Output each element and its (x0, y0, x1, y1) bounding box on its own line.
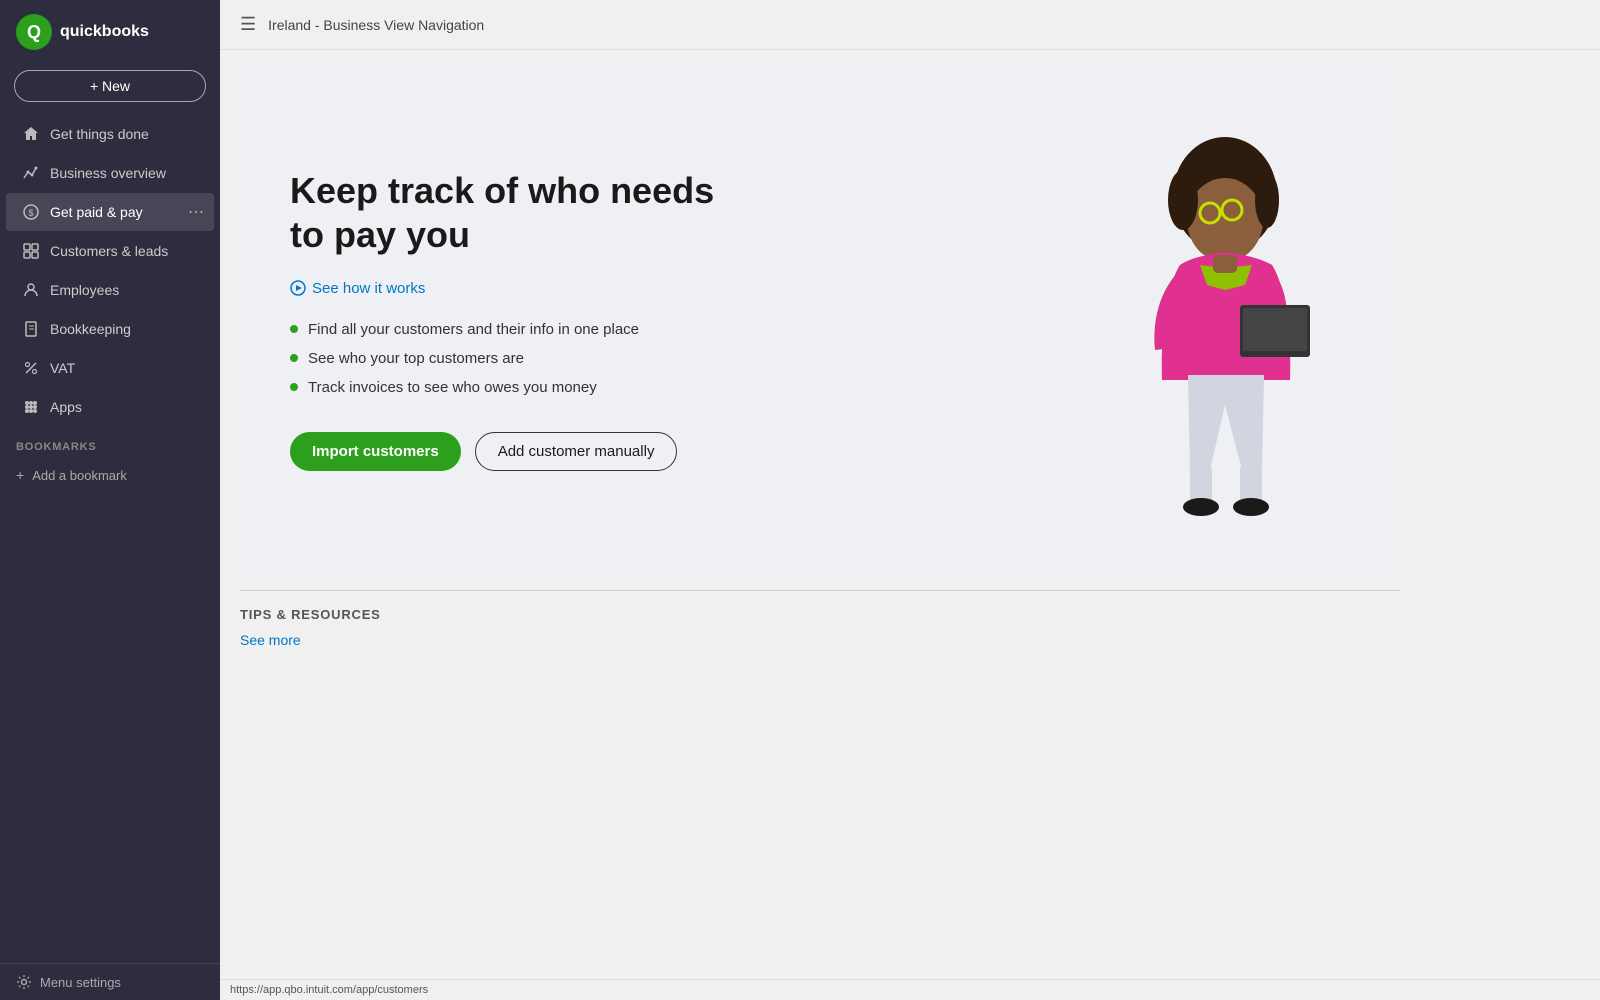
top-bar: ☰ Ireland - Business View Navigation (220, 0, 1600, 50)
new-button[interactable]: + New (14, 70, 206, 102)
bookmarks-section-label: BOOKMARKS (0, 427, 220, 459)
more-options-icon[interactable]: ⋯ (188, 202, 204, 222)
feature-card: Keep track of who needs to pay you See h… (240, 70, 1400, 570)
svg-text:$: $ (28, 208, 33, 218)
sidebar-item-label: Business overview (50, 165, 166, 181)
url-bar: https://app.qbo.intuit.com/app/customers (220, 979, 1600, 1000)
bullet-item-1: Find all your customers and their info i… (290, 321, 714, 338)
hamburger-icon[interactable]: ☰ (240, 14, 256, 35)
sidebar-item-label: Apps (50, 399, 82, 415)
tips-title: TIPS & RESOURCES (240, 590, 1400, 622)
chart-icon (22, 164, 40, 182)
sidebar-item-label: Bookkeeping (50, 321, 131, 337)
add-customer-manually-button[interactable]: Add customer manually (475, 432, 678, 471)
action-buttons: Import customers Add customer manually (290, 432, 714, 471)
sidebar-item-label: Employees (50, 282, 119, 298)
sidebar-item-employees[interactable]: Employees (6, 271, 214, 309)
woman-illustration (1090, 120, 1350, 520)
quickbooks-logo-icon: Q (16, 14, 52, 50)
sidebar-item-get-paid-pay[interactable]: $ Get paid & pay ⋯ (6, 193, 214, 231)
book-icon (22, 320, 40, 338)
settings-icon (16, 974, 32, 990)
sidebar-nav: Get things done Business overview $ G (0, 114, 220, 427)
logo-text: quickbooks (60, 23, 149, 41)
feature-bullets: Find all your customers and their info i… (290, 321, 714, 396)
feature-card-content: Keep track of who needs to pay you See h… (290, 169, 714, 470)
percent-icon (22, 359, 40, 377)
top-bar-title: Ireland - Business View Navigation (268, 17, 484, 33)
menu-settings-label: Menu settings (40, 975, 121, 990)
sidebar-item-apps[interactable]: Apps (6, 388, 214, 426)
sidebar-item-business-overview[interactable]: Business overview (6, 154, 214, 192)
bullet-item-3: Track invoices to see who owes you money (290, 379, 714, 396)
content-area: Keep track of who needs to pay you See h… (220, 50, 1600, 979)
play-circle-icon (290, 280, 306, 296)
menu-settings-item[interactable]: Menu settings (0, 963, 220, 1000)
sidebar-item-label: Customers & leads (50, 243, 168, 259)
see-how-it-works-link[interactable]: See how it works (290, 280, 714, 297)
sidebar-item-bookkeeping[interactable]: Bookkeeping (6, 310, 214, 348)
home-icon (22, 125, 40, 143)
apps-icon (22, 398, 40, 416)
url-text: https://app.qbo.intuit.com/app/customers (230, 984, 428, 996)
bullet-dot-1 (290, 325, 298, 333)
feature-card-title: Keep track of who needs to pay you (290, 169, 714, 255)
dollar-icon: $ (22, 203, 40, 221)
tips-section: TIPS & RESOURCES See more (240, 590, 1400, 670)
sidebar-item-vat[interactable]: VAT (6, 349, 214, 387)
bullet-dot-2 (290, 354, 298, 362)
bullet-item-2: See who your top customers are (290, 350, 714, 367)
person-icon (22, 281, 40, 299)
main-content: ☰ Ireland - Business View Navigation Kee… (220, 0, 1600, 1000)
sidebar-item-label: VAT (50, 360, 75, 376)
svg-text:Q: Q (27, 22, 41, 42)
import-customers-button[interactable]: Import customers (290, 432, 461, 471)
add-bookmark-label: Add a bookmark (32, 468, 127, 483)
sidebar-item-label: Get things done (50, 126, 149, 142)
woman-svg (1090, 120, 1350, 540)
sidebar-item-get-things-done[interactable]: Get things done (6, 115, 214, 153)
plus-icon: + (16, 467, 24, 483)
sidebar: Q quickbooks + New Get things done (0, 0, 220, 1000)
new-button-label: + New (90, 78, 130, 94)
bullet-dot-3 (290, 383, 298, 391)
add-bookmark-item[interactable]: + Add a bookmark (0, 459, 220, 491)
sidebar-logo: Q quickbooks (0, 0, 220, 64)
tips-see-more-link[interactable]: See more (240, 632, 301, 648)
sidebar-item-customers-leads[interactable]: Customers & leads (6, 232, 214, 270)
sidebar-item-label: Get paid & pay (50, 204, 143, 220)
grid-icon (22, 242, 40, 260)
